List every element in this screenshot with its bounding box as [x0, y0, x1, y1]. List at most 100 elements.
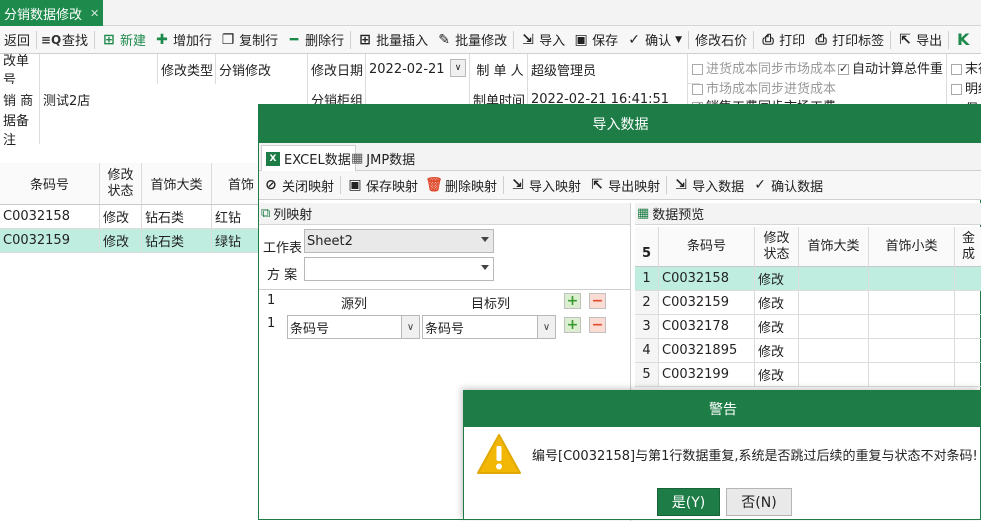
opt-auto-total[interactable]: 自动计算总件重: [838, 58, 943, 77]
cell-status: 修改: [755, 339, 799, 363]
cell-gold: [955, 315, 981, 339]
confirm-data-label: 确认数据: [771, 179, 824, 195]
checkbox-icon: [951, 64, 962, 75]
preview-header-gold[interactable]: 金 成: [955, 227, 981, 267]
divider: [350, 30, 352, 49]
opt-detail[interactable]: 明细: [951, 78, 981, 97]
source-column-select[interactable]: 条码号 ∨: [287, 315, 420, 339]
scheme-select[interactable]: [304, 257, 494, 281]
delete-row-button[interactable]: ━ 删除行: [282, 28, 348, 52]
copy-row-button[interactable]: ❐ 复制行: [216, 28, 282, 52]
divider: [94, 30, 96, 49]
chevron-down-icon: ∨: [537, 316, 555, 338]
add-mapping-icon[interactable]: +: [564, 293, 581, 309]
add-mapping-icon[interactable]: +: [564, 317, 581, 333]
tab-title: 分销数据修改: [4, 7, 83, 23]
row-number: 1: [635, 267, 659, 291]
cell-subcategory: 红钻: [212, 205, 260, 229]
preview-header-label: 首饰小类: [885, 238, 938, 254]
preview-header-label: 金 成: [961, 230, 975, 262]
yes-button[interactable]: 是(Y): [657, 488, 720, 516]
tab-excel[interactable]: X EXCEL数据: [261, 145, 356, 171]
add-row-button[interactable]: ✚ 增加行: [150, 28, 216, 52]
first-page-button[interactable]: K: [951, 28, 978, 52]
edit-stone-price-button[interactable]: 修改石价: [691, 28, 751, 52]
grid-header-label: 修改 状态: [107, 167, 134, 199]
creator-label: 制 单 人: [470, 54, 528, 84]
batch-insert-button[interactable]: ⊞ 批量插入: [353, 28, 432, 52]
divider: [666, 176, 668, 194]
target-column-select[interactable]: 条码号 ∨: [422, 315, 556, 339]
grid-header-status[interactable]: 修改 状态: [100, 163, 142, 205]
grid-header-subcategory[interactable]: 首饰: [212, 163, 260, 205]
divider: [259, 289, 631, 290]
find-button[interactable]: ≡Q 查找: [39, 28, 92, 52]
dialog-tabs: X EXCEL数据 ▦ JMP数据: [259, 143, 981, 171]
opt-auto-total-label: 自动计算总件重: [852, 62, 944, 77]
preview-header-subcategory[interactable]: 首饰小类: [869, 227, 955, 267]
edit-date-label: 修改日期: [308, 54, 366, 84]
close-map-label: 关闭映射: [282, 179, 335, 195]
edit-type-field[interactable]: 分销修改: [216, 54, 308, 84]
main-toolbar: 返回 ≡Q 查找 ⊞ 新建 ✚ 增加行 ❐ 复制行 ━ 删除行 ⊞ 批量插入 ✎ 批量修改 ⇲…: [0, 26, 981, 54]
creator-field[interactable]: 超级管理员: [528, 54, 688, 84]
cell-subcategory: [869, 315, 955, 339]
import-map-button[interactable]: ⇲ 导入映射: [506, 173, 585, 197]
cell-status: 修改: [755, 363, 799, 387]
close-icon[interactable]: ✕: [90, 7, 99, 20]
row-number: 3: [635, 315, 659, 339]
save-button[interactable]: ▣ 保存: [569, 28, 622, 52]
import-icon: ⇲: [522, 31, 534, 48]
opt-purchase-sync-label: 进货成本同步市场成本: [706, 62, 837, 77]
tab-sales-edit[interactable]: 分销数据修改 ✕: [0, 0, 103, 26]
grid-header-category[interactable]: 首饰大类: [142, 163, 212, 205]
trash-icon: 🗑: [425, 177, 443, 193]
new-button[interactable]: ⊞ 新建: [97, 28, 150, 52]
import-icon: ⇲: [512, 177, 524, 193]
divider: [890, 30, 892, 49]
grid-header-barcode[interactable]: 条码号: [0, 163, 100, 205]
print-label-button[interactable]: ⎙ 打印标签: [809, 28, 888, 52]
copy-icon: ❐: [221, 31, 235, 48]
close-map-button[interactable]: ⊘ 关闭映射: [259, 173, 338, 197]
warning-title[interactable]: 警告: [464, 391, 981, 427]
dialog-title[interactable]: 导入数据: [259, 105, 981, 143]
remove-mapping-icon[interactable]: −: [589, 293, 606, 309]
back-button[interactable]: 返回: [0, 28, 34, 52]
print-button[interactable]: ⎙ 打印: [756, 28, 809, 52]
no-button[interactable]: 否(N): [726, 488, 792, 516]
chevron-down-icon[interactable]: ∨: [450, 59, 466, 77]
warning-icon: [476, 433, 522, 475]
save-map-button[interactable]: ▣ 保存映射: [343, 173, 422, 197]
opt-market-sync[interactable]: 市场成本同步进货成本: [692, 78, 836, 97]
opt-end[interactable]: 末行: [951, 58, 981, 77]
export-button[interactable]: ⇱ 导出: [893, 28, 946, 52]
batch-edit-button[interactable]: ✎ 批量修改: [432, 28, 511, 52]
opt-purchase-sync[interactable]: 进货成本同步市场成本: [692, 58, 836, 77]
confirm-button[interactable]: ✓ 确认 ▼: [622, 28, 686, 52]
first-page-icon: K: [956, 30, 970, 49]
confirm-data-button[interactable]: ✓ 确认数据: [748, 173, 827, 197]
dst-col-header: 目标列: [471, 297, 511, 312]
cell-category: 钻石类: [142, 205, 212, 229]
remove-mapping-icon[interactable]: −: [589, 317, 606, 333]
sheet-select[interactable]: Sheet2: [304, 229, 494, 253]
export-map-button[interactable]: ⇱ 导出映射: [585, 173, 664, 197]
import-button[interactable]: ⇲ 导入: [516, 28, 569, 52]
preview-header-barcode[interactable]: 条码号: [659, 227, 755, 267]
minus-icon: ━: [289, 31, 299, 48]
src-col-header: 源列: [341, 297, 368, 312]
preview-header-category[interactable]: 首饰大类: [799, 227, 869, 267]
tab-jmp[interactable]: ▦ JMP数据: [347, 145, 419, 171]
grid-header-label: 首饰大类: [150, 178, 203, 193]
new-label: 新建: [120, 34, 147, 49]
import-data-button[interactable]: ⇲ 导入数据: [669, 173, 748, 197]
cell-subcategory: [869, 339, 955, 363]
find-label: 查找: [62, 34, 89, 49]
delete-map-button[interactable]: 🗑 删除映射: [422, 173, 501, 197]
bill-no-field[interactable]: [40, 54, 158, 84]
search-icon: ≡Q: [40, 32, 62, 47]
import-data-label: 导入数据: [692, 179, 745, 195]
preview-header-status[interactable]: 修改 状态: [755, 227, 799, 267]
edit-date-field[interactable]: 2022-02-21 ∨: [366, 54, 470, 84]
